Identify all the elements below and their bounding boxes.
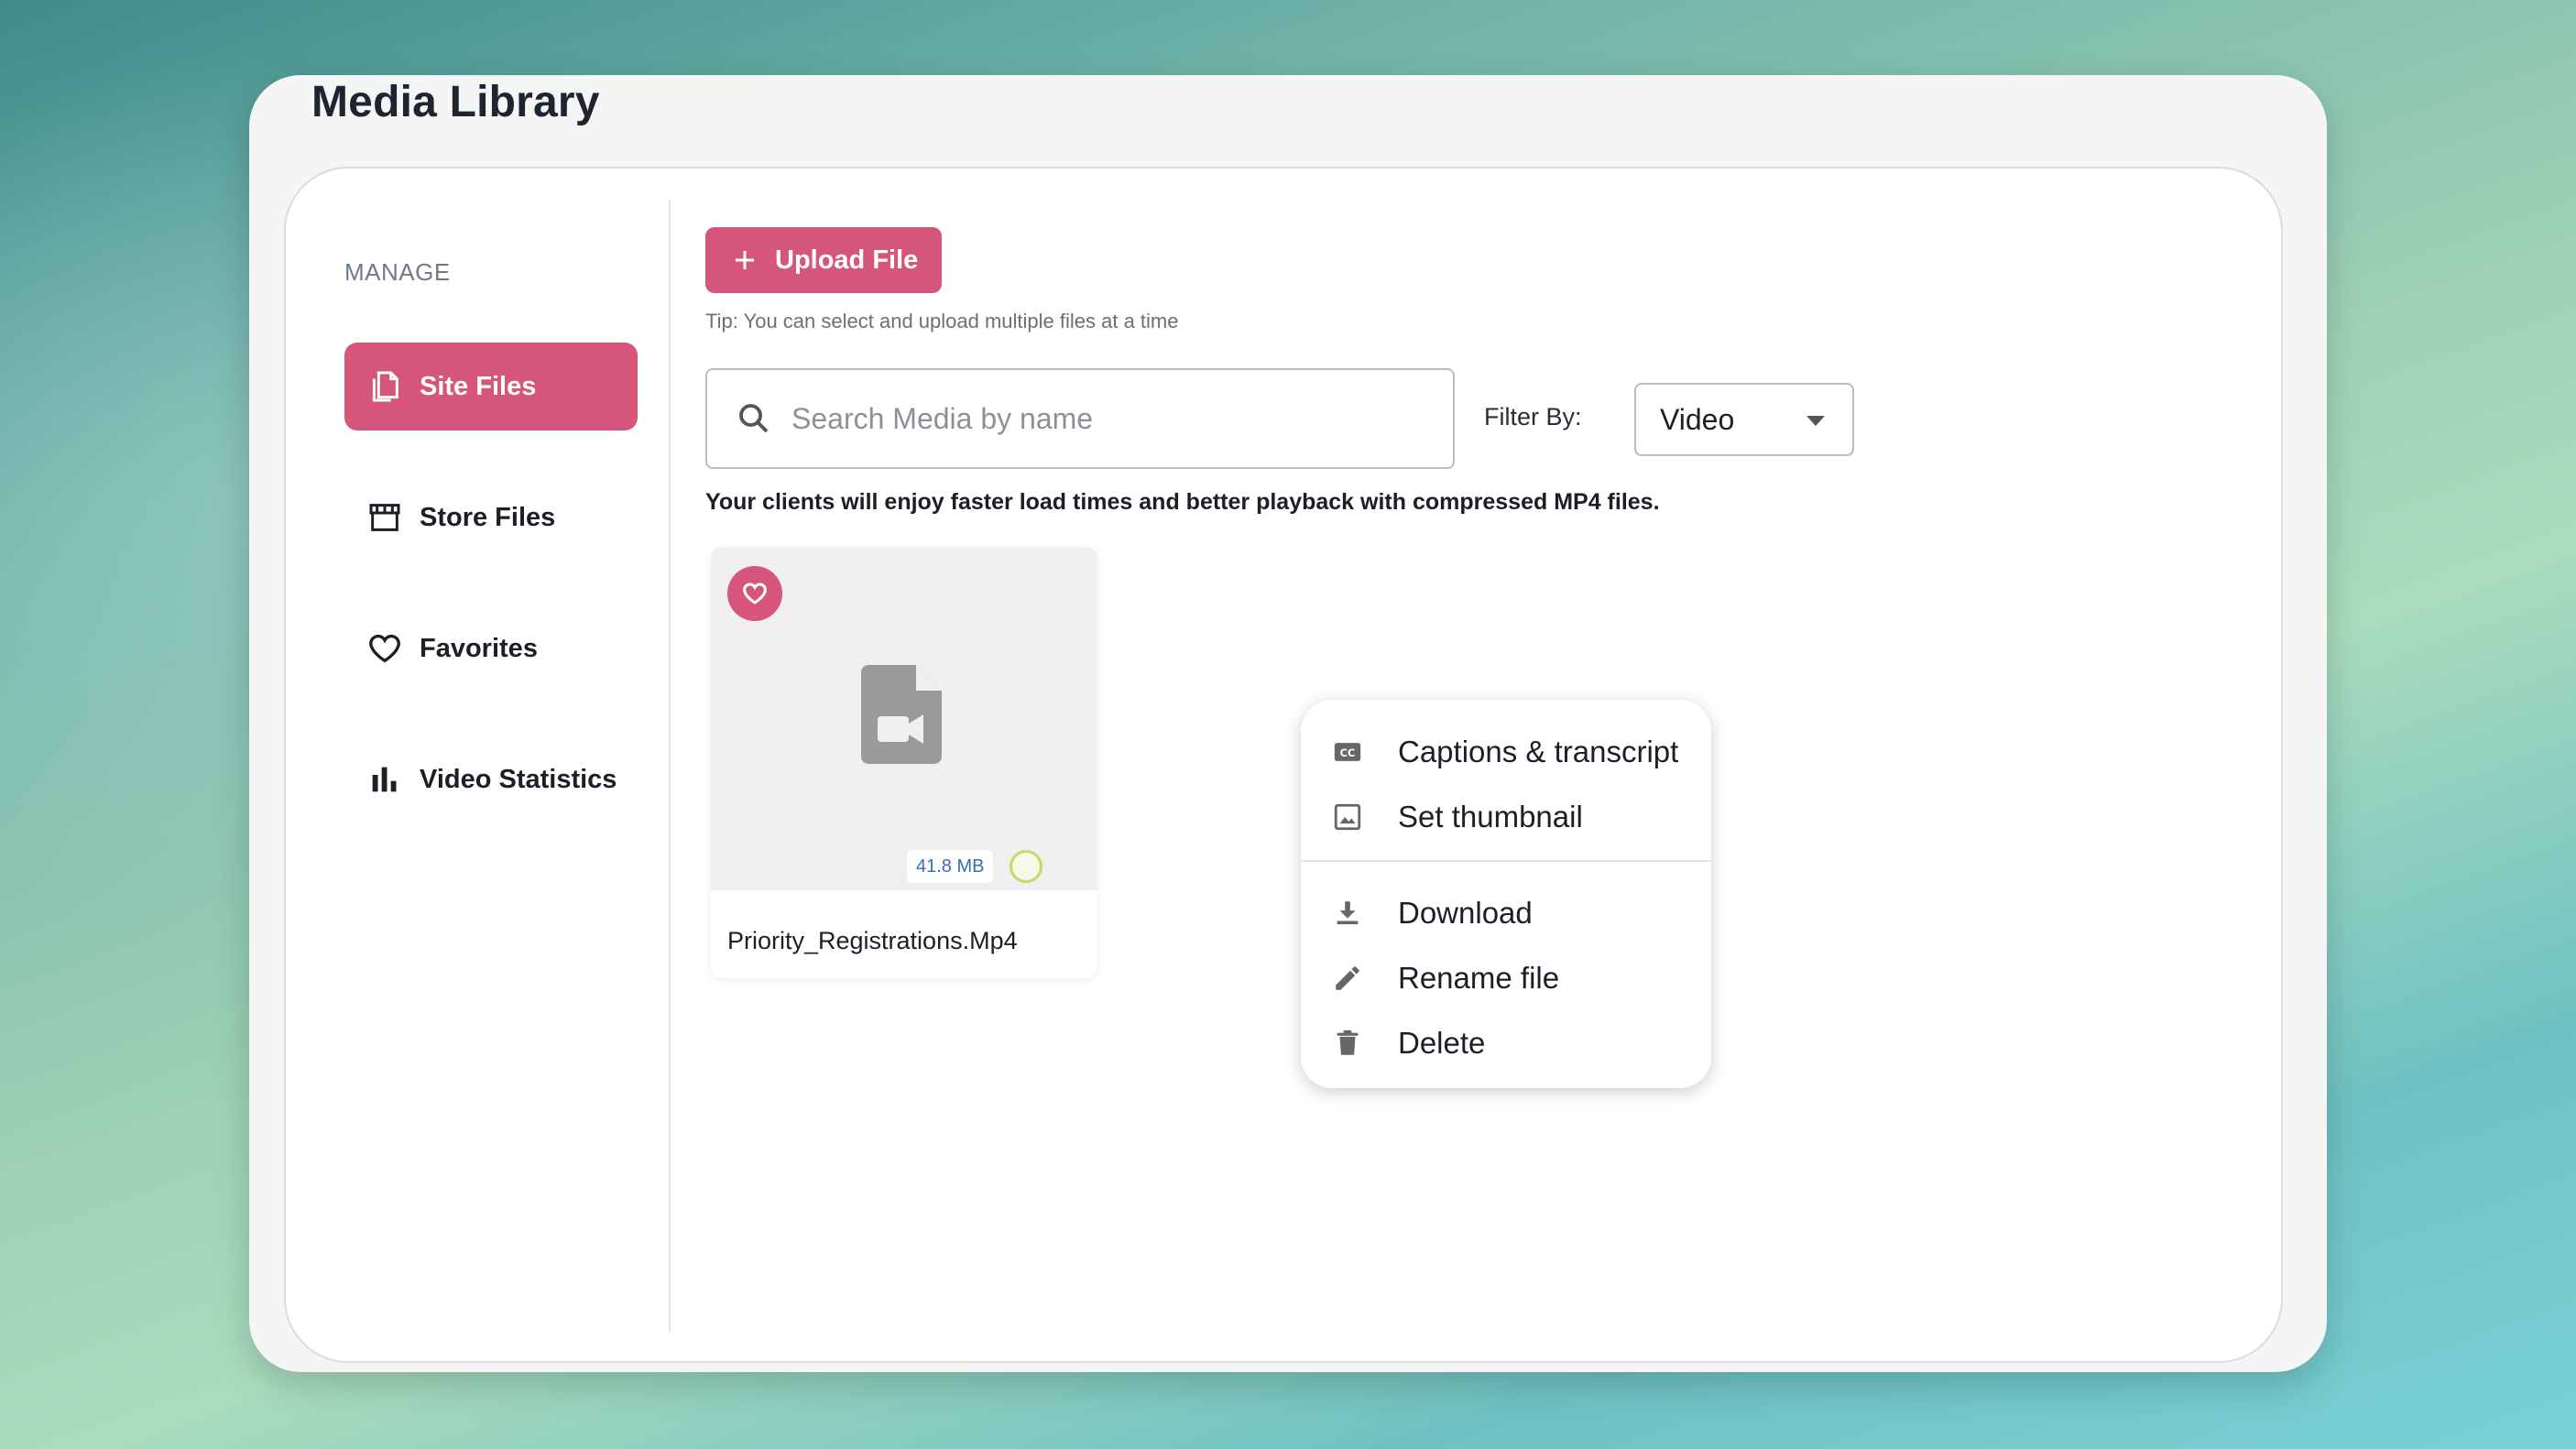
status-indicator: [1010, 850, 1042, 883]
media-thumbnail[interactable]: 41.8 MB: [711, 548, 1097, 890]
chevron-down-icon: [1806, 416, 1825, 426]
svg-text:CC: CC: [1340, 746, 1356, 759]
compression-notice: Your clients will enjoy faster load time…: [705, 489, 1660, 515]
media-file-name: Priority_Registrations.Mp4: [727, 927, 1018, 954]
plus-icon: [736, 251, 754, 269]
image-icon: [1334, 803, 1361, 831]
sidebar-item-label: Video Statistics: [420, 764, 617, 794]
filter-select[interactable]: Video: [1634, 383, 1854, 456]
media-card[interactable]: 41.8 MB Priority_Registrations.Mp4: [711, 548, 1097, 978]
main-panel: MANAGE Site Files Store Files Favorites: [284, 167, 2283, 1363]
menu-item-label: Delete: [1398, 1026, 1486, 1060]
sidebar-item-favorites[interactable]: Favorites: [344, 605, 638, 692]
file-size-badge: 41.8 MB: [907, 850, 994, 883]
store-icon: [369, 504, 400, 531]
app-window: Media Library MANAGE Site Files Store Fi…: [249, 75, 2327, 1372]
menu-item-download[interactable]: Download: [1301, 885, 1711, 942]
sidebar-item-video-statistics[interactable]: Video Statistics: [344, 735, 638, 823]
filter-label: Filter By:: [1484, 403, 1582, 430]
heart-icon: [369, 634, 400, 663]
menu-item-label: Captions & transcript: [1398, 735, 1679, 768]
menu-item-set-thumbnail[interactable]: Set thumbnail: [1301, 789, 1711, 845]
menu-item-captions[interactable]: CC Captions & transcript: [1301, 724, 1711, 780]
content-area: Upload File Tip: You can select and uplo…: [704, 169, 2281, 1361]
upload-file-button[interactable]: Upload File: [705, 227, 942, 293]
filter-selected-value: Video: [1660, 402, 1735, 436]
sidebar-divider: [669, 200, 671, 1332]
menu-item-label: Set thumbnail: [1398, 800, 1583, 833]
copy-icon: [372, 371, 398, 402]
bar-chart-icon: [372, 767, 397, 792]
search-box: [705, 368, 1455, 469]
menu-item-label: Rename file: [1398, 961, 1560, 995]
menu-item-delete[interactable]: Delete: [1301, 1015, 1711, 1072]
video-file-icon: [861, 665, 942, 764]
trash-icon: [1337, 1030, 1359, 1055]
context-menu: CC Captions & transcript Set thumbnail D…: [1301, 700, 1711, 1088]
upload-file-label: Upload File: [775, 245, 919, 275]
closed-captions-icon: CC: [1334, 743, 1361, 761]
pencil-icon: [1336, 966, 1359, 990]
search-icon: [739, 404, 769, 433]
heart-icon: [743, 583, 767, 605]
sidebar-item-store-files[interactable]: Store Files: [344, 474, 638, 561]
download-icon: [1337, 901, 1359, 925]
page-title: Media Library: [311, 78, 600, 126]
sidebar-item-site-files[interactable]: Site Files: [344, 343, 638, 430]
favorite-toggle[interactable]: [727, 566, 782, 621]
sidebar-section-label: MANAGE: [344, 258, 451, 286]
sidebar-item-label: Favorites: [420, 633, 538, 663]
search-input[interactable]: [791, 401, 1414, 436]
menu-item-rename-file[interactable]: Rename file: [1301, 950, 1711, 1007]
upload-tip: Tip: You can select and upload multiple …: [705, 310, 1179, 332]
menu-divider: [1301, 860, 1711, 862]
menu-item-label: Download: [1398, 896, 1533, 930]
sidebar: MANAGE Site Files Store Files Favorites: [286, 169, 669, 1361]
sidebar-item-label: Store Files: [420, 502, 556, 532]
sidebar-item-label: Site Files: [420, 371, 537, 401]
